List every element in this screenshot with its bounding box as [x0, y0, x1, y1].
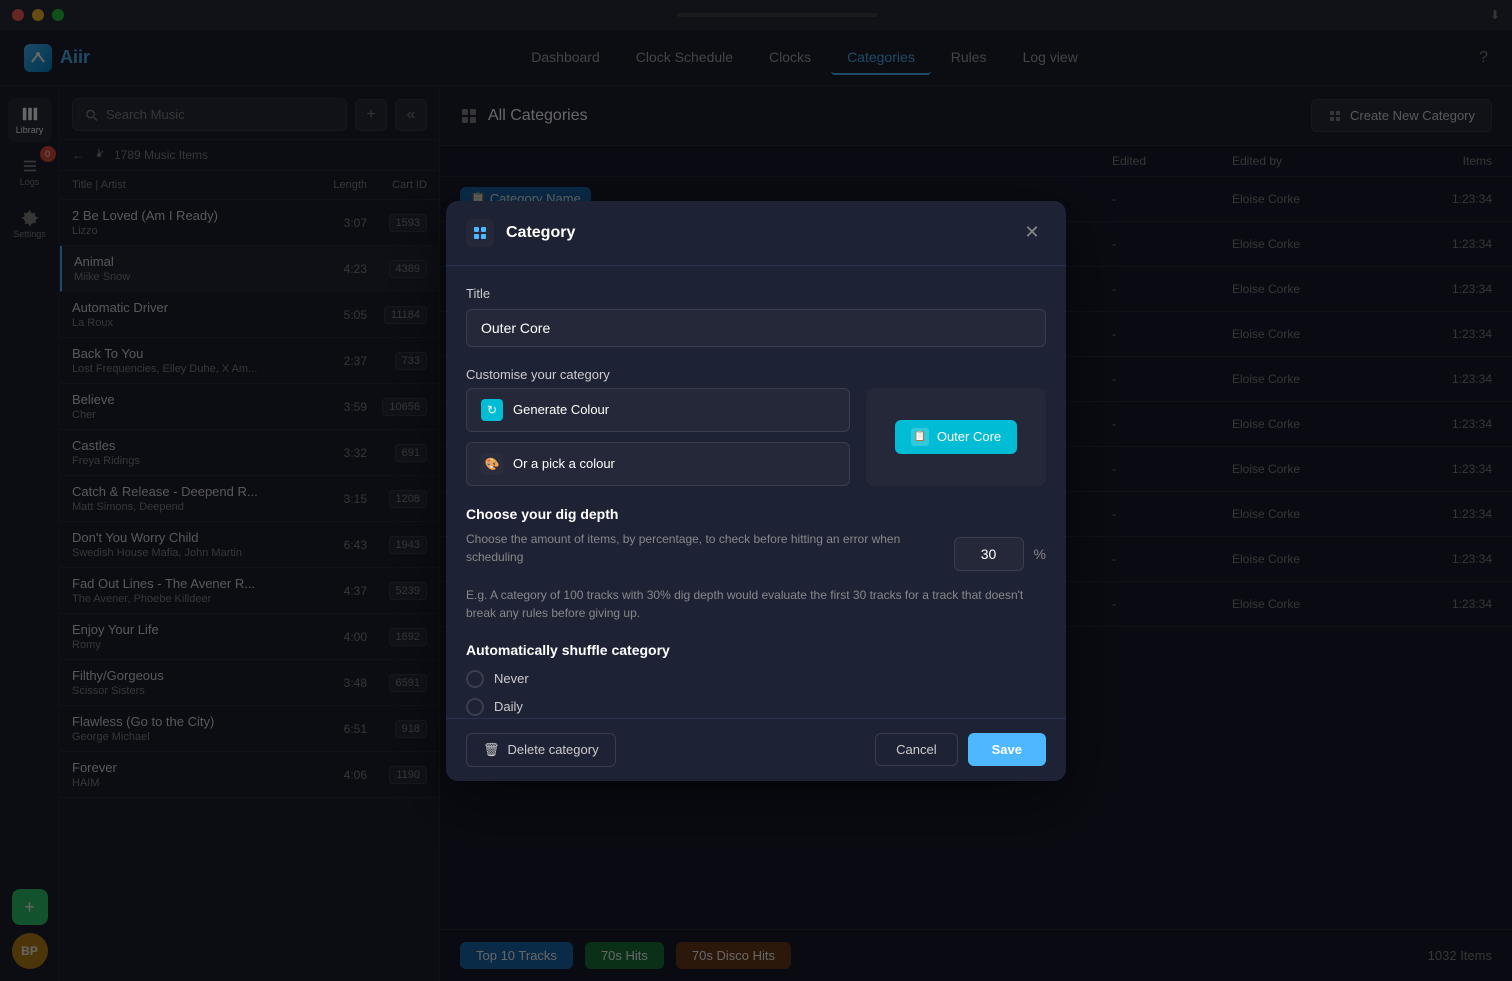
modal-close-button[interactable]: ✕ [1018, 219, 1046, 247]
dig-depth-unit: % [1034, 546, 1046, 562]
customise-left: ↻ Generate Colour 🎨 Or a pick a colour [466, 388, 850, 486]
shuffle-never-option[interactable]: Never [466, 670, 1046, 688]
modal-footer: 🗑 Delete category Cancel Save [446, 718, 1066, 781]
modal-title: Category [506, 224, 575, 242]
shuffle-section: Automatically shuffle category Never Dai… [466, 642, 1046, 716]
dig-depth-input[interactable] [954, 537, 1024, 571]
customise-section: ↻ Generate Colour 🎨 Or a pick a colour 📋… [466, 388, 1046, 486]
gen-colour-label: Generate Colour [513, 402, 609, 417]
save-button[interactable]: Save [968, 733, 1046, 766]
shuffle-never-radio[interactable] [466, 670, 484, 688]
title-label: Title [466, 286, 1046, 301]
footer-right: Cancel Save [875, 733, 1046, 766]
generate-colour-button[interactable]: ↻ Generate Colour [466, 388, 850, 432]
modal-overlay[interactable]: Category ✕ Title Customise your category… [0, 0, 1512, 981]
customise-preview: 📋 Outer Core [866, 388, 1046, 486]
category-modal-icon [472, 225, 488, 241]
category-preview-chip: 📋 Outer Core [895, 420, 1017, 454]
category-modal: Category ✕ Title Customise your category… [446, 201, 1066, 781]
shuffle-never-label: Never [494, 671, 529, 686]
dig-depth-row: Choose the amount of items, by percentag… [466, 530, 1046, 578]
modal-header-icon [466, 219, 494, 247]
trash-icon: 🗑 [483, 742, 500, 758]
category-title-input[interactable] [466, 309, 1046, 347]
modal-body: Title Customise your category ↻ Generate… [446, 266, 1066, 718]
shuffle-header: Automatically shuffle category [466, 642, 1046, 658]
delete-category-button[interactable]: 🗑 Delete category [466, 733, 616, 767]
dig-depth-header: Choose your dig depth [466, 506, 1046, 522]
modal-header: Category ✕ [446, 201, 1066, 266]
shuffle-daily-option[interactable]: Daily [466, 698, 1046, 716]
shuffle-daily-radio[interactable] [466, 698, 484, 716]
preview-chip-text: Outer Core [937, 429, 1001, 444]
shuffle-daily-label: Daily [494, 699, 523, 714]
cancel-button[interactable]: Cancel [875, 733, 957, 766]
delete-label: Delete category [508, 742, 599, 757]
pick-colour-icon: 🎨 [481, 453, 503, 475]
dig-depth-desc: Choose the amount of items, by percentag… [466, 530, 944, 566]
dig-depth-section: Choose your dig depth Choose the amount … [466, 506, 1046, 622]
dig-depth-example: E.g. A category of 100 tracks with 30% d… [466, 586, 1046, 622]
preview-doc-icon: 📋 [911, 428, 929, 446]
customise-label: Customise your category [466, 367, 1046, 382]
pick-colour-button[interactable]: 🎨 Or a pick a colour [466, 442, 850, 486]
pick-colour-label: Or a pick a colour [513, 456, 615, 471]
gen-colour-icon: ↻ [481, 399, 503, 421]
